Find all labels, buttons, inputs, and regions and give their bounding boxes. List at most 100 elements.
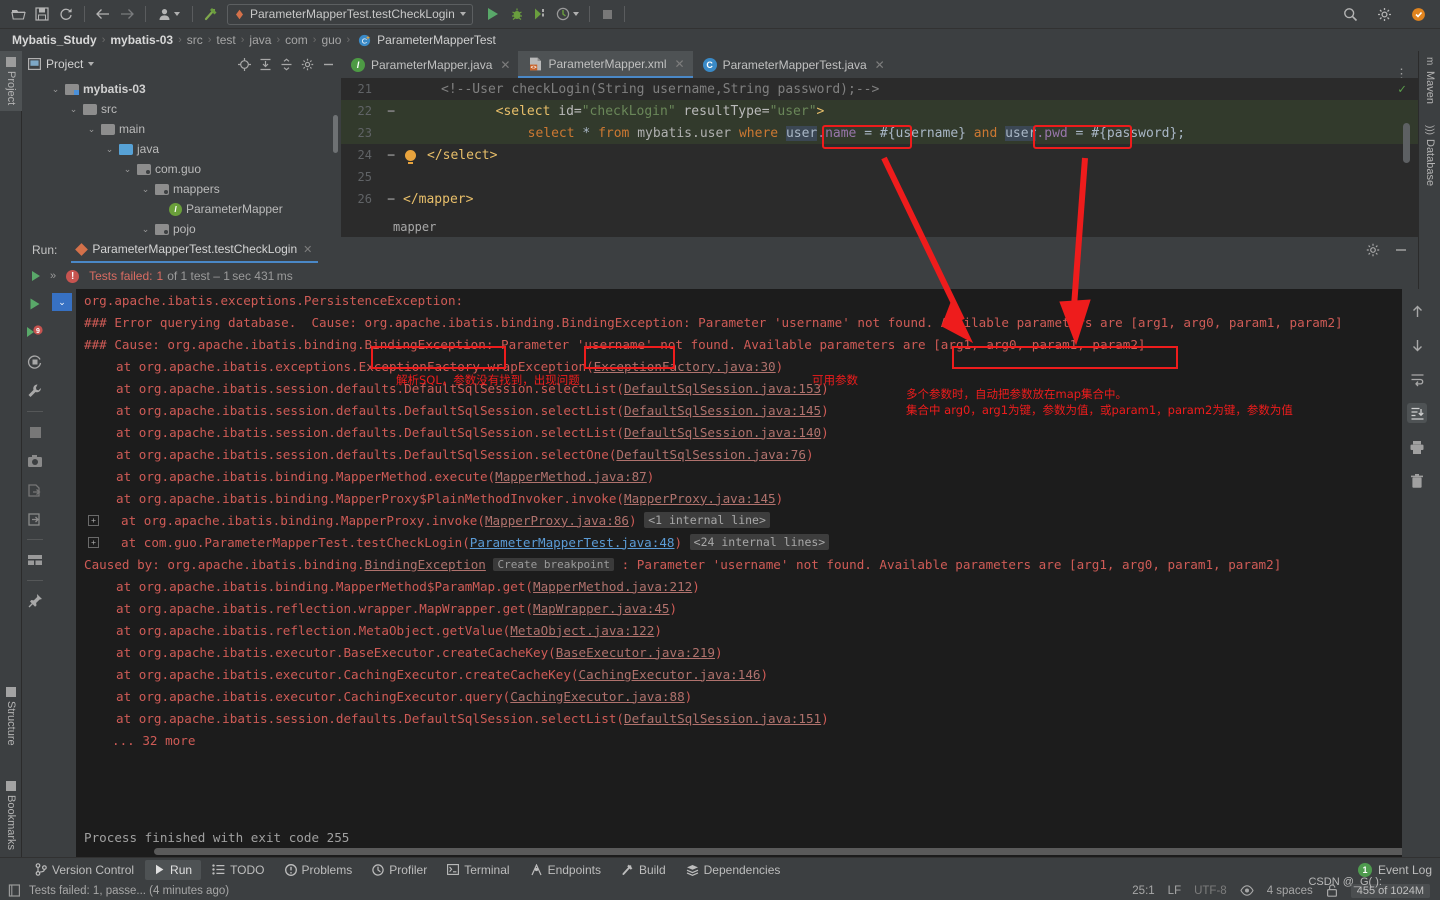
breadcrumb-item-1[interactable]: mybatis-03 bbox=[110, 33, 173, 47]
bottom-item-run[interactable]: Run bbox=[145, 859, 202, 880]
scroll-to-end-icon[interactable] bbox=[1407, 403, 1427, 423]
stacktrace-link[interactable]: ExceptionFactory.java:30 bbox=[594, 359, 776, 374]
stacktrace-link[interactable]: MapWrapper.java:45 bbox=[533, 601, 669, 616]
memory-indicator[interactable]: 455 of 1024M bbox=[1350, 883, 1430, 898]
bottom-item-build[interactable]: Build bbox=[612, 860, 675, 880]
stacktrace-link[interactable]: MetaObject.java:122 bbox=[510, 623, 654, 638]
stacktrace-link[interactable]: ParameterMapperTest.java:48 bbox=[470, 535, 675, 550]
tree-node-pojo[interactable]: ⌄ pojo bbox=[22, 219, 340, 237]
close-icon[interactable]: ✕ bbox=[875, 58, 885, 72]
screenshot-icon[interactable] bbox=[26, 452, 44, 470]
breadcrumb-item-2[interactable]: src bbox=[187, 33, 203, 47]
stacktrace-link[interactable]: DefaultSqlSession.java:145 bbox=[624, 403, 821, 418]
sidebar-item-database[interactable]: ))) Database bbox=[1419, 119, 1440, 192]
tree-node-main[interactable]: ⌄ main bbox=[22, 119, 340, 139]
stacktrace-link[interactable]: MapperProxy.java:86 bbox=[485, 513, 629, 528]
stacktrace-link[interactable]: CachingExecutor.java:88 bbox=[510, 689, 684, 704]
chevron-down-icon[interactable]: ⌄ bbox=[140, 224, 151, 235]
tree-node-mybatis-03[interactable]: ⌄ mybatis-03 bbox=[22, 79, 340, 99]
chevron-down-icon[interactable]: ⌄ bbox=[50, 84, 61, 95]
layout-icon[interactable] bbox=[26, 551, 44, 569]
run-tab[interactable]: ParameterMapperTest.testCheckLogin ✕ bbox=[71, 237, 319, 263]
chevron-down-icon[interactable]: ⌄ bbox=[122, 164, 133, 175]
tab-parametermapper-xml[interactable]: <> ParameterMapper.xml ✕ bbox=[518, 51, 693, 78]
open-folder-icon[interactable] bbox=[6, 3, 30, 25]
stacktrace-link[interactable]: DefaultSqlSession.java:153 bbox=[624, 381, 821, 396]
bottom-item-endpoints[interactable]: Endpoints bbox=[521, 860, 610, 880]
close-icon[interactable]: ✕ bbox=[500, 58, 510, 72]
more-options-icon[interactable]: ⋮ bbox=[1385, 67, 1418, 80]
scroll-down-icon[interactable] bbox=[1407, 335, 1427, 355]
search-icon[interactable] bbox=[1338, 3, 1362, 25]
inspection-ok-icon[interactable]: ✓ bbox=[1398, 82, 1406, 97]
debug-button[interactable] bbox=[505, 3, 529, 25]
updates-icon[interactable] bbox=[1406, 3, 1430, 25]
stacktrace-link[interactable]: MapperMethod.java:212 bbox=[533, 579, 692, 594]
breadcrumb-item-4[interactable]: java bbox=[249, 33, 271, 47]
stacktrace-link[interactable]: DefaultSqlSession.java:76 bbox=[616, 447, 806, 462]
expand-icon[interactable]: + bbox=[88, 514, 99, 526]
bottom-item-dependencies[interactable]: Dependencies bbox=[677, 860, 790, 880]
line-separator[interactable]: LF bbox=[1168, 885, 1181, 897]
tab-parametermapper-java[interactable]: I ParameterMapper.java ✕ bbox=[341, 51, 518, 78]
stacktrace-link[interactable]: MapperProxy.java:145 bbox=[624, 491, 776, 506]
bottom-item-terminal[interactable]: Terminal bbox=[438, 860, 518, 880]
rerun-failed-icon[interactable]: 9 bbox=[26, 324, 44, 342]
settings-wrench-icon[interactable] bbox=[26, 382, 44, 400]
project-panel-title-group[interactable]: Project bbox=[27, 57, 95, 71]
expand-chevron[interactable]: » bbox=[50, 270, 56, 282]
sidebar-item-structure[interactable]: Structure bbox=[0, 681, 22, 752]
breadcrumb-item-3[interactable]: test bbox=[216, 33, 235, 47]
minimize-icon[interactable] bbox=[1394, 243, 1408, 257]
print-icon[interactable] bbox=[1407, 437, 1427, 457]
project-tree[interactable]: ⌄ mybatis-03 ⌄ src ⌄ main ⌄ java ⌄ com.g… bbox=[22, 77, 340, 237]
locate-icon[interactable] bbox=[237, 57, 251, 71]
bottom-item-version-control[interactable]: Version Control bbox=[26, 860, 143, 880]
trash-icon[interactable] bbox=[1407, 471, 1427, 491]
profile-button[interactable] bbox=[553, 3, 583, 25]
save-icon[interactable] bbox=[30, 3, 54, 25]
stacktrace-link[interactable]: BaseExecutor.java:219 bbox=[556, 645, 715, 660]
fold-marker-minus[interactable]: ━ bbox=[381, 105, 401, 118]
stop-icon[interactable] bbox=[26, 423, 44, 441]
tree-node-java[interactable]: ⌄ java bbox=[22, 139, 340, 159]
chevron-down-icon[interactable] bbox=[88, 62, 95, 66]
expand-all-icon[interactable] bbox=[258, 57, 272, 71]
bottom-item-todo[interactable]: TODO bbox=[203, 860, 273, 880]
console-output[interactable]: org.apache.ibatis.exceptions.Persistence… bbox=[76, 289, 1402, 857]
tree-node-src[interactable]: ⌄ src bbox=[22, 99, 340, 119]
back-arrow-icon[interactable] bbox=[91, 3, 115, 25]
stop-button[interactable] bbox=[596, 3, 620, 25]
stacktrace-link[interactable]: DefaultSqlSession.java:140 bbox=[624, 425, 821, 440]
internal-lines-chip[interactable]: <24 internal lines> bbox=[689, 534, 830, 550]
bottom-item-problems[interactable]: Problems bbox=[276, 860, 362, 880]
scroll-up-icon[interactable] bbox=[1407, 301, 1427, 321]
run-button[interactable] bbox=[481, 3, 505, 25]
collapse-all-icon[interactable] bbox=[279, 57, 293, 71]
export-icon[interactable] bbox=[26, 481, 44, 499]
breadcrumb-item-0[interactable]: Mybatis_Study bbox=[12, 33, 97, 47]
gear-icon[interactable] bbox=[1366, 243, 1380, 257]
build-hammer-icon[interactable] bbox=[199, 3, 223, 25]
forward-arrow-icon[interactable] bbox=[115, 3, 139, 25]
breadcrumb-item-7[interactable]: ParameterMapperTest bbox=[377, 33, 496, 47]
event-log-label[interactable]: Event Log bbox=[1378, 863, 1432, 877]
run-with-coverage-button[interactable] bbox=[529, 3, 553, 25]
editor-scrollbar[interactable] bbox=[1403, 123, 1410, 163]
gear-icon[interactable] bbox=[1372, 3, 1396, 25]
chevron-down-icon[interactable]: ⌄ bbox=[86, 124, 97, 135]
console-horizontal-scrollbar[interactable] bbox=[154, 848, 1402, 855]
expand-test-tree-button[interactable]: ⌄ bbox=[52, 293, 72, 311]
tree-node-parametermapper[interactable]: I ParameterMapper bbox=[22, 199, 340, 219]
rerun-icon[interactable] bbox=[32, 271, 40, 281]
intention-bulb-icon[interactable] bbox=[401, 149, 419, 164]
run-configuration-selector[interactable]: ParameterMapperTest.testCheckLogin bbox=[227, 3, 473, 25]
user-profile-icon[interactable] bbox=[152, 3, 186, 25]
stacktrace-link[interactable]: MapperMethod.java:87 bbox=[495, 469, 647, 484]
rerun-icon[interactable] bbox=[26, 295, 44, 313]
soft-wrap-icon[interactable] bbox=[1407, 369, 1427, 389]
sync-icon[interactable] bbox=[54, 3, 78, 25]
tab-parametermappertest-java[interactable]: C ParameterMapperTest.java ✕ bbox=[693, 51, 893, 78]
chevron-down-icon[interactable]: ⌄ bbox=[140, 184, 151, 195]
chevron-down-icon[interactable]: ⌄ bbox=[68, 104, 79, 115]
